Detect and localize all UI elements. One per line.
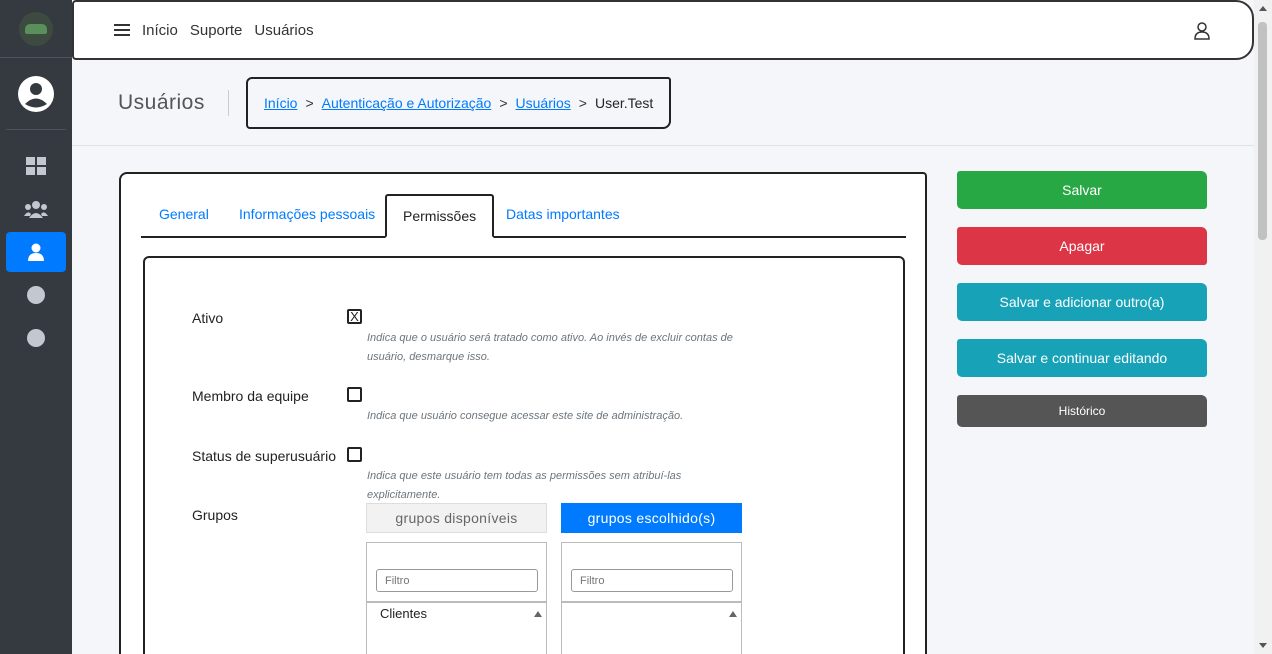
scroll-up-icon[interactable] (534, 611, 542, 617)
breadcrumb-home[interactable]: Início (264, 95, 297, 111)
breadcrumb-model[interactable]: Usuários (516, 95, 571, 111)
brand[interactable] (0, 0, 72, 58)
chosen-groups-header: grupos escolhido(s) (561, 503, 742, 533)
save-button[interactable]: Salvar (957, 171, 1207, 209)
user-panel[interactable] (6, 58, 66, 130)
scroll-down-arrow-icon[interactable] (1259, 643, 1267, 648)
user-icon (28, 243, 44, 261)
user-circle-icon (18, 75, 54, 112)
staff-help: Indica que usuário consegue acessar este… (367, 410, 684, 422)
history-button[interactable]: Histórico (957, 395, 1207, 427)
page-scrollbar[interactable] (1254, 0, 1272, 654)
staff-checkbox[interactable] (347, 387, 362, 402)
sidebar-item-dashboard[interactable] (6, 146, 66, 186)
breadcrumb-current: User.Test (594, 95, 654, 111)
circle-icon (27, 286, 45, 304)
sidebar-item-groups[interactable] (6, 189, 66, 229)
chosen-groups-list[interactable] (561, 602, 742, 654)
scroll-up-arrow-icon[interactable] (1259, 6, 1267, 11)
dashboard-grid-icon (26, 157, 46, 175)
user-form-card: General Informações pessoais Permissões … (119, 172, 927, 654)
sidebar-item-circle-1[interactable] (6, 275, 66, 315)
sidebar-item-circle-2[interactable] (6, 318, 66, 358)
list-item[interactable]: Clientes (380, 606, 427, 621)
permissions-panel: Ativo X Indica que o usuário será tratad… (143, 256, 905, 654)
tab-permissoes[interactable]: Permissões (385, 194, 495, 238)
hamburger-icon[interactable] (114, 24, 130, 36)
top-navbar: Início Suporte Usuários (72, 0, 1254, 60)
title-divider (228, 90, 229, 116)
circle-icon (27, 329, 45, 347)
breadcrumb: Início > Autenticação e Autorização > Us… (246, 77, 672, 129)
grupos-label: Grupos (192, 507, 238, 523)
car-logo-icon (19, 11, 53, 46)
breadcrumb-separator: > (578, 95, 587, 111)
available-filter-input[interactable] (376, 569, 538, 592)
breadcrumb-separator: > (499, 95, 508, 111)
available-groups-header: grupos disponíveis (366, 503, 547, 533)
ativo-checkbox[interactable]: X (347, 309, 362, 324)
tab-informacoes-pessoais[interactable]: Informações pessoais (239, 206, 375, 222)
available-groups-list[interactable]: Clientes (366, 602, 547, 654)
delete-button[interactable]: Apagar (957, 227, 1207, 265)
tab-bar: General Informações pessoais Permissões … (141, 194, 906, 238)
chosen-filter-input[interactable] (571, 569, 733, 592)
superuser-checkbox[interactable] (347, 447, 362, 462)
tab-datas-importantes[interactable]: Datas importantes (506, 206, 620, 222)
save-and-add-another-button[interactable]: Salvar e adicionar outro(a) (957, 283, 1207, 321)
sidebar-nav (0, 130, 72, 361)
nav-link-suporte[interactable]: Suporte (190, 22, 243, 39)
nav-link-inicio[interactable]: Início (142, 22, 178, 39)
save-and-continue-button[interactable]: Salvar e continuar editando (957, 339, 1207, 377)
user-outline-icon[interactable] (1194, 22, 1210, 40)
tab-general[interactable]: General (159, 206, 209, 222)
sidebar-item-users[interactable] (6, 232, 66, 272)
page-title: Usuários (118, 91, 205, 114)
ativo-label: Ativo (192, 310, 224, 326)
breadcrumb-separator: > (305, 95, 314, 111)
scrollbar-thumb[interactable] (1258, 22, 1267, 240)
staff-label: Membro da equipe (192, 388, 309, 404)
nav-link-usuarios[interactable]: Usuários (254, 22, 313, 39)
available-filter-box (366, 542, 547, 602)
sidebar (0, 0, 72, 654)
scroll-up-icon[interactable] (729, 611, 737, 617)
content-header: Usuários Início > Autenticação e Autoriz… (72, 60, 1254, 146)
ativo-help: Indica que o usuário será tratado como a… (367, 332, 733, 363)
users-group-icon (24, 201, 48, 218)
chosen-filter-box (561, 542, 742, 602)
superuser-label: Status de superusuário (192, 448, 336, 464)
superuser-help: Indica que este usuário tem todas as per… (367, 470, 682, 501)
breadcrumb-section[interactable]: Autenticação e Autorização (322, 95, 492, 111)
